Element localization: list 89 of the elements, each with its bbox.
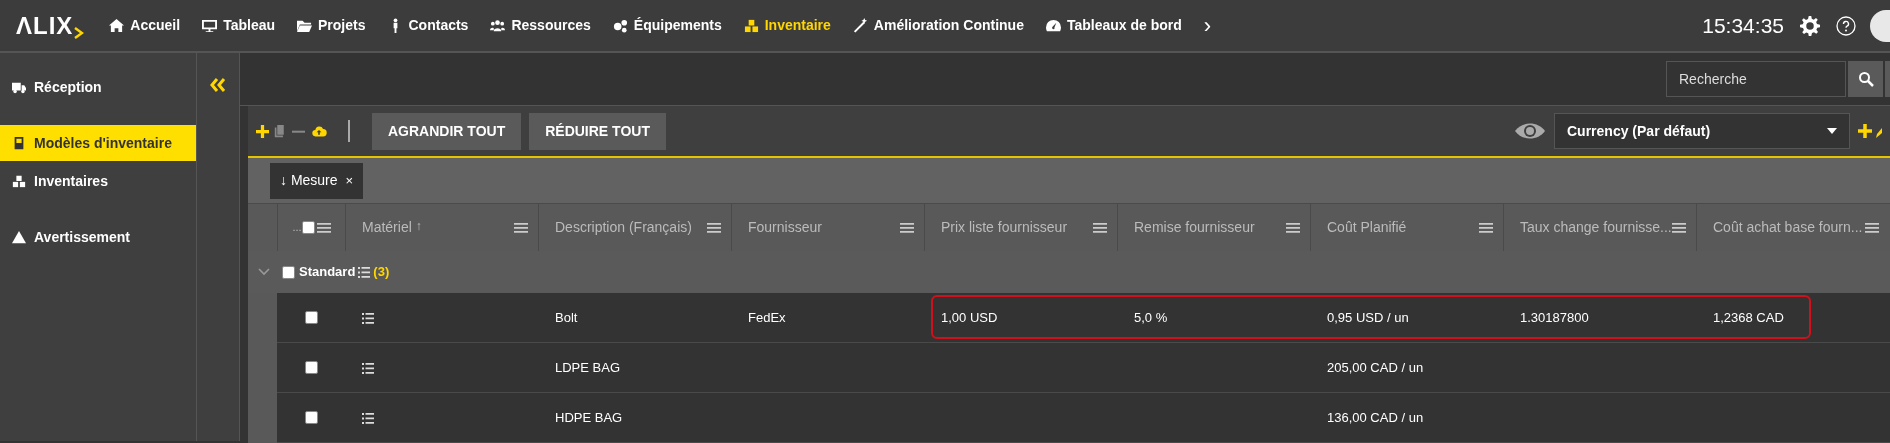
- add-icon[interactable]: [1858, 124, 1872, 138]
- table-cell: 205,00 CAD / un: [1327, 359, 1424, 375]
- remove-button[interactable]: ×: [345, 170, 354, 191]
- help-icon[interactable]: [1836, 15, 1856, 36]
- list-icon[interactable]: [362, 412, 374, 424]
- boxes-icon: [12, 174, 26, 188]
- logo-chevron-icon: [74, 26, 85, 39]
- more-button[interactable]: ›: [1192, 9, 1223, 42]
- menu-icon[interactable]: [1093, 221, 1107, 234]
- sidebar-item[interactable]: Avertissement: [0, 219, 196, 255]
- nav-item[interactable]: Projets: [286, 15, 377, 36]
- nav-item[interactable]: Tableaux de bord: [1034, 15, 1193, 36]
- menu-icon[interactable]: [1672, 221, 1686, 234]
- copy-icon[interactable]: [274, 124, 287, 138]
- menu-icon[interactable]: [514, 221, 528, 234]
- column-header[interactable]: Coût Planifié: [1327, 217, 1407, 238]
- settings-icon[interactable]: [1800, 15, 1820, 36]
- book-icon: [12, 136, 26, 150]
- table-cell: 1,2368 CAD: [1713, 309, 1784, 325]
- warning-icon: [12, 230, 26, 244]
- column-header[interactable]: Matériel: [362, 217, 412, 238]
- gauge-icon: [1045, 18, 1061, 33]
- sort-indicator: ↑: [415, 218, 422, 235]
- menu-icon[interactable]: [316, 221, 331, 234]
- magic-wand-icon: [852, 18, 868, 33]
- folder-icon: [297, 18, 313, 33]
- toolbar-button[interactable]: AGRANDIR TOUT: [372, 112, 522, 150]
- row-checkbox[interactable]: [304, 411, 318, 424]
- monitor-icon: [202, 18, 218, 33]
- boxes-icon: [743, 18, 759, 33]
- table-cell: 5,0 %: [1134, 309, 1168, 325]
- cloud-upload-icon[interactable]: [310, 124, 328, 138]
- menu-icon[interactable]: [1286, 221, 1300, 234]
- menu-icon[interactable]: [1865, 221, 1879, 234]
- sidebar-item[interactable]: Modèles d'inventaire: [0, 125, 196, 161]
- row-indent: [248, 393, 277, 443]
- table-cell: Bolt: [555, 309, 578, 325]
- table-cell: 1.30187800: [1520, 309, 1589, 325]
- menu-icon[interactable]: [707, 221, 721, 234]
- group-checkbox[interactable]: [282, 265, 295, 279]
- list-icon[interactable]: [362, 362, 374, 374]
- truck-icon: [12, 80, 26, 94]
- sidebar-item[interactable]: Inventaires: [0, 163, 196, 199]
- table-cell: LDPE BAG: [555, 359, 621, 375]
- caret-icon: [1827, 128, 1837, 134]
- avatar[interactable]: [1870, 9, 1890, 42]
- search-icon: [1857, 71, 1874, 87]
- nav-item[interactable]: Contacts: [376, 15, 480, 36]
- list-icon[interactable]: [362, 312, 374, 324]
- table-cell: 1,00 USD: [941, 309, 998, 325]
- clock-text: 15:34:35: [1702, 12, 1784, 39]
- column-header[interactable]: Taux change fournisse...: [1520, 217, 1672, 238]
- chip-label: ↓ Mesure: [280, 171, 338, 190]
- column-chooser-label: ...: [292, 220, 302, 236]
- menu-icon[interactable]: [1479, 221, 1493, 234]
- column-header[interactable]: Description (Français): [555, 217, 692, 238]
- nav-item[interactable]: Équipements: [601, 15, 733, 36]
- row-checkbox[interactable]: [304, 311, 318, 324]
- table-cell: FedEx: [748, 309, 786, 325]
- search-field[interactable]: Recherche: [1666, 61, 1846, 97]
- group-label: Standard: [299, 263, 356, 282]
- home-icon: [109, 18, 125, 33]
- view-dropdown[interactable]: Currency (Par défaut): [1554, 113, 1850, 149]
- table-cell: 136,00 CAD / un: [1327, 409, 1424, 425]
- collapse-icon[interactable]: [209, 77, 227, 93]
- nav-item[interactable]: Inventaire: [732, 15, 842, 36]
- search-button[interactable]: [1848, 61, 1883, 97]
- table-cell: HDPE BAG: [555, 409, 623, 425]
- eye-icon[interactable]: [1514, 122, 1546, 140]
- column-header[interactable]: Fournisseur: [748, 217, 822, 238]
- logo[interactable]: ΛLIX: [16, 7, 74, 44]
- table-cell: 0,95 USD / un: [1327, 309, 1409, 325]
- row-checkbox[interactable]: [304, 361, 318, 374]
- nav-item[interactable]: Ressources: [479, 15, 602, 36]
- nav-item[interactable]: Accueil: [98, 15, 192, 36]
- toolbar-button[interactable]: RÉDUIRE TOUT: [529, 112, 666, 150]
- menu-icon[interactable]: [900, 221, 914, 234]
- add-icon[interactable]: [256, 124, 269, 138]
- column-header[interactable]: Coût achat base fourn...: [1713, 217, 1863, 238]
- group-chip[interactable]: ↓ Mesure ×: [270, 162, 364, 199]
- sidebar-item[interactable]: Réception: [0, 69, 196, 105]
- nav-item[interactable]: Tableau: [191, 15, 287, 36]
- column-header[interactable]: Remise fournisseur: [1134, 217, 1255, 238]
- people-icon: [490, 18, 506, 33]
- nav-item[interactable]: Amélioration Continue: [841, 15, 1035, 36]
- select-all-checkbox[interactable]: [301, 221, 315, 234]
- column-header[interactable]: Prix liste fournisseur: [941, 217, 1068, 238]
- list-icon: [358, 266, 371, 278]
- group-count: (3): [373, 263, 390, 282]
